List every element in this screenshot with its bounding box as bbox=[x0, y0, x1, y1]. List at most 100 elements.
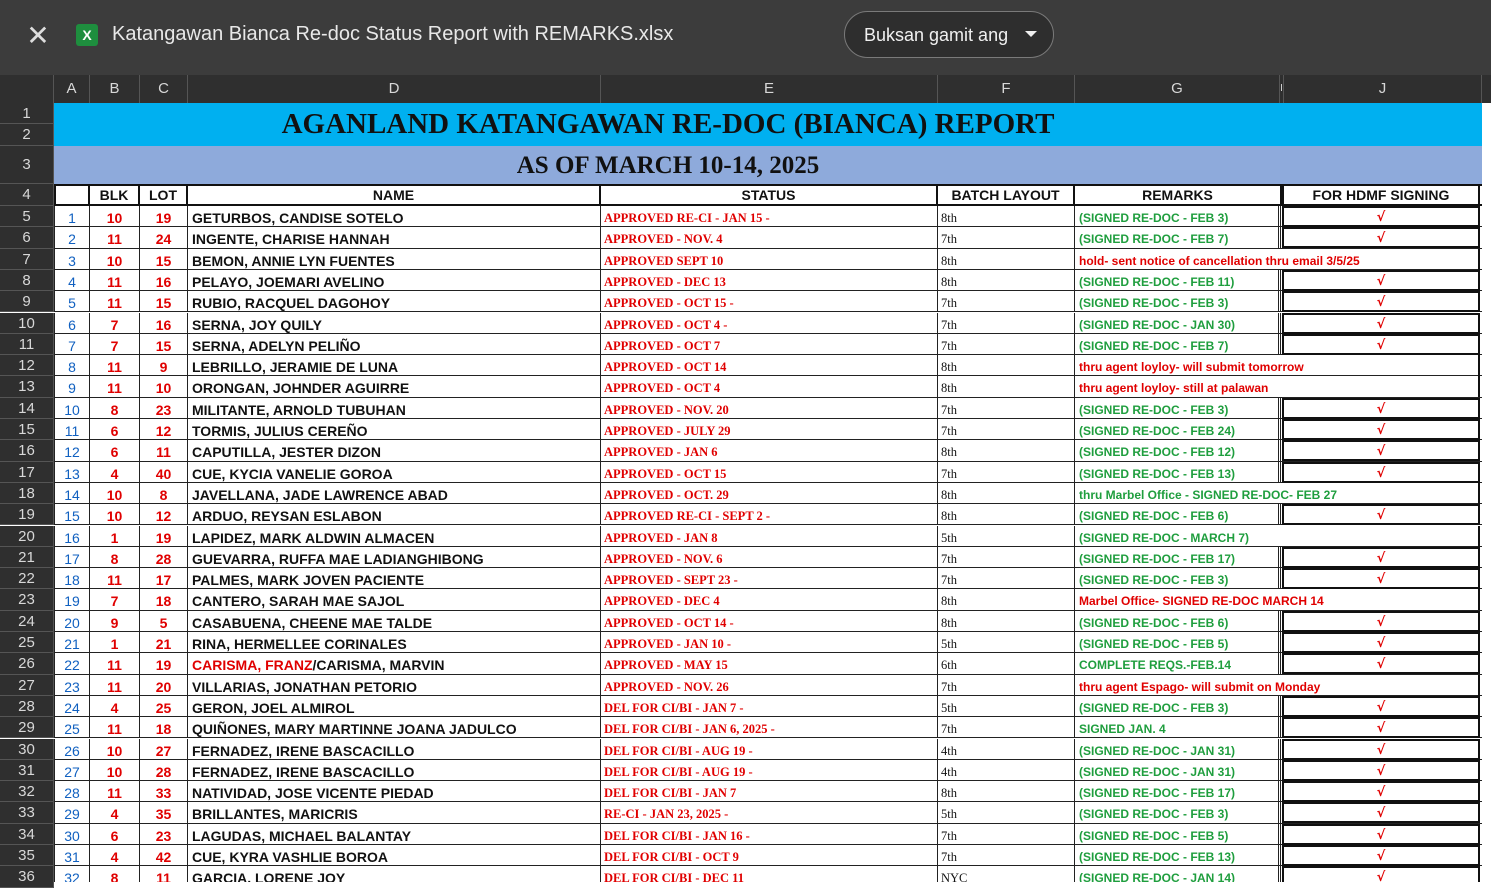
lot-cell[interactable]: 12 bbox=[140, 504, 188, 526]
remarks-cell[interactable]: (SIGNED RE-DOC - FEB 5) bbox=[1075, 823, 1281, 845]
blk-cell[interactable]: 4 bbox=[90, 845, 140, 866]
row-number-cell[interactable]: 25 bbox=[54, 717, 90, 739]
row-number-cell[interactable]: 9 bbox=[54, 376, 90, 398]
lot-cell[interactable]: 18 bbox=[140, 717, 188, 739]
lot-cell[interactable]: 25 bbox=[140, 695, 188, 717]
remarks-cell[interactable]: hold- sent notice of cancellation thru e… bbox=[1075, 249, 1360, 270]
remarks-cell[interactable]: (SIGNED RE-DOC - FEB 24) bbox=[1075, 419, 1281, 440]
remarks-cell[interactable]: (SIGNED RE-DOC - JAN 30) bbox=[1075, 312, 1281, 334]
batch-layout-cell[interactable]: 5th bbox=[938, 525, 1075, 547]
name-cell[interactable]: GARCIA, LORENE JOY bbox=[188, 866, 601, 882]
table-row[interactable]: 9 11 10 ORONGAN, JOHNDER AGUIRRE APPROVED - … bbox=[54, 376, 1482, 398]
row-header[interactable]: 19 bbox=[0, 504, 54, 526]
row-header[interactable]: 26 bbox=[0, 653, 54, 675]
row-header[interactable]: 6 bbox=[0, 227, 54, 249]
remarks-cell[interactable]: (SIGNED RE-DOC - FEB 13) bbox=[1075, 845, 1281, 866]
remarks-cell[interactable]: (SIGNED RE-DOC - FEB 5) bbox=[1075, 632, 1281, 653]
row-header[interactable]: 8 bbox=[0, 269, 54, 292]
table-row[interactable]: 2 11 24 INGENTE, CHARISE HANNAH APPROVED - N… bbox=[54, 227, 1482, 249]
status-cell[interactable]: DEL FOR CI/BI - JAN 7 - bbox=[601, 695, 938, 717]
batch-layout-cell[interactable]: 4th bbox=[938, 738, 1075, 760]
table-row[interactable]: 26 10 27 FERNADEZ, IRENE BASCACILLO DEL FOR … bbox=[54, 738, 1482, 760]
lot-cell[interactable]: 35 bbox=[140, 802, 188, 824]
row-number-cell[interactable]: 8 bbox=[54, 355, 90, 377]
lot-cell[interactable]: 19 bbox=[140, 653, 188, 675]
row-number-cell[interactable]: 21 bbox=[54, 632, 90, 653]
table-row[interactable]: 25 11 18 QUIÑONES, MARY MARTINNE JOANA JADU… bbox=[54, 717, 1482, 739]
name-cell[interactable]: FERNADEZ, IRENE BASCACILLO bbox=[188, 759, 601, 781]
batch-layout-cell[interactable]: 7th bbox=[938, 397, 1075, 419]
row-number-cell[interactable]: 4 bbox=[54, 269, 90, 291]
remarks-cell[interactable]: (SIGNED RE-DOC - FEB 3) bbox=[1075, 695, 1281, 717]
lot-cell[interactable]: 23 bbox=[140, 397, 188, 419]
name-cell[interactable]: LAGUDAS, MICHAEL BALANTAY bbox=[188, 823, 601, 845]
hdmf-check-cell[interactable]: √ bbox=[1282, 312, 1480, 334]
remarks-cell[interactable]: thru Marbel Office - SIGNED RE-DOC- FEB … bbox=[1075, 483, 1337, 504]
blk-cell[interactable]: 11 bbox=[90, 674, 140, 696]
row-number-cell[interactable]: 11 bbox=[54, 419, 90, 440]
table-row[interactable]: 30 6 23 LAGUDAS, MICHAEL BALANTAY DEL FOR CI… bbox=[54, 823, 1482, 845]
remarks-cell[interactable]: (SIGNED RE-DOC - FEB 12) bbox=[1075, 440, 1281, 462]
row-number-cell[interactable]: 19 bbox=[54, 589, 90, 611]
remarks-cell[interactable]: (SIGNED RE-DOC - FEB 3) bbox=[1075, 397, 1281, 419]
status-cell[interactable]: APPROVED - OCT 14 bbox=[601, 355, 938, 377]
name-cell[interactable]: TORMIS, JULIUS CEREÑO bbox=[188, 419, 601, 440]
hdmf-check-cell[interactable]: √ bbox=[1282, 845, 1480, 866]
name-cell[interactable]: RINA, HERMELLEE CORINALES bbox=[188, 632, 601, 653]
hdmf-check-cell[interactable]: √ bbox=[1282, 546, 1480, 568]
blk-cell[interactable]: 6 bbox=[90, 419, 140, 440]
remarks-cell[interactable]: (SIGNED RE-DOC - FEB 7) bbox=[1075, 227, 1281, 249]
remarks-cell[interactable]: SIGNED JAN. 4 bbox=[1075, 717, 1281, 739]
batch-layout-cell[interactable]: 7th bbox=[938, 461, 1075, 483]
row-header[interactable]: 16 bbox=[0, 440, 54, 462]
blk-cell[interactable]: 8 bbox=[90, 866, 140, 882]
name-cell[interactable]: JAVELLANA, JADE LAWRENCE ABAD bbox=[188, 482, 601, 504]
row-number-cell[interactable]: 23 bbox=[54, 674, 90, 696]
remarks-cell[interactable]: Marbel Office- SIGNED RE-DOC MARCH 14 bbox=[1075, 589, 1324, 610]
row-number-cell[interactable]: 1 bbox=[54, 206, 90, 227]
blk-cell[interactable]: 6 bbox=[90, 440, 140, 462]
row-header[interactable]: 34 bbox=[0, 823, 54, 845]
row-number-cell[interactable]: 14 bbox=[54, 482, 90, 504]
row-header[interactable]: 23 bbox=[0, 589, 54, 611]
status-cell[interactable]: APPROVED - OCT. 29 bbox=[601, 482, 938, 504]
blk-cell[interactable]: 10 bbox=[90, 248, 140, 270]
remarks-cell[interactable]: (SIGNED RE-DOC - JAN 31) bbox=[1075, 759, 1281, 781]
row-header[interactable]: 4 bbox=[0, 184, 54, 206]
row-number-cell[interactable]: 24 bbox=[54, 695, 90, 717]
lot-cell[interactable]: 40 bbox=[140, 461, 188, 483]
table-row[interactable]: 20 9 5 CASABUENA, CHEENE MAE TALDE APPROVED … bbox=[54, 610, 1482, 632]
batch-layout-cell[interactable]: 7th bbox=[938, 674, 1075, 696]
batch-layout-cell[interactable]: 7th bbox=[938, 312, 1075, 334]
blk-cell[interactable]: 6 bbox=[90, 823, 140, 845]
row-number-cell[interactable]: 18 bbox=[54, 568, 90, 590]
blk-cell[interactable]: 4 bbox=[90, 695, 140, 717]
lot-cell[interactable]: 24 bbox=[140, 227, 188, 249]
row-number-cell[interactable]: 2 bbox=[54, 227, 90, 249]
row-number-cell[interactable]: 29 bbox=[54, 802, 90, 824]
batch-layout-cell[interactable]: 8th bbox=[938, 269, 1075, 291]
status-cell[interactable]: DEL FOR CI/BI - JAN 16 - bbox=[601, 823, 938, 845]
row-header[interactable]: 24 bbox=[0, 610, 54, 632]
status-cell[interactable]: APPROVED - MAY 15 bbox=[601, 653, 938, 675]
table-row[interactable]: 17 8 28 GUEVARRA, RUFFA MAE LADIANGHIBONG AP… bbox=[54, 546, 1482, 569]
batch-layout-cell[interactable]: 4th bbox=[938, 759, 1075, 781]
table-row[interactable]: 12 6 11 CAPUTILLA, JESTER DIZON APPROVED - J… bbox=[54, 440, 1482, 462]
row-header[interactable]: 33 bbox=[0, 802, 54, 824]
blk-cell[interactable]: 1 bbox=[90, 525, 140, 547]
status-cell[interactable]: APPROVED RE-CI - SEPT 2 - bbox=[601, 504, 938, 526]
blk-cell[interactable]: 11 bbox=[90, 653, 140, 675]
status-cell[interactable]: APPROVED - JAN 6 bbox=[601, 440, 938, 462]
hdmf-check-cell[interactable] bbox=[1282, 376, 1480, 398]
lot-cell[interactable]: 16 bbox=[140, 312, 188, 334]
row-header[interactable]: 27 bbox=[0, 674, 54, 696]
name-cell[interactable]: BEMON, ANNIE LYN FUENTES bbox=[188, 248, 601, 270]
table-row[interactable]: 28 11 33 NATIVIDAD, JOSE VICENTE PIEDAD DEL … bbox=[54, 781, 1482, 803]
blk-cell[interactable]: 10 bbox=[90, 504, 140, 526]
row-number-cell[interactable]: 15 bbox=[54, 504, 90, 526]
batch-layout-cell[interactable]: 8th bbox=[938, 376, 1075, 398]
name-cell[interactable]: SERNA, ADELYN PELIÑO bbox=[188, 333, 601, 355]
column-header-a[interactable]: A bbox=[54, 75, 90, 103]
blk-cell[interactable]: 7 bbox=[90, 589, 140, 611]
lot-cell[interactable]: 5 bbox=[140, 610, 188, 632]
